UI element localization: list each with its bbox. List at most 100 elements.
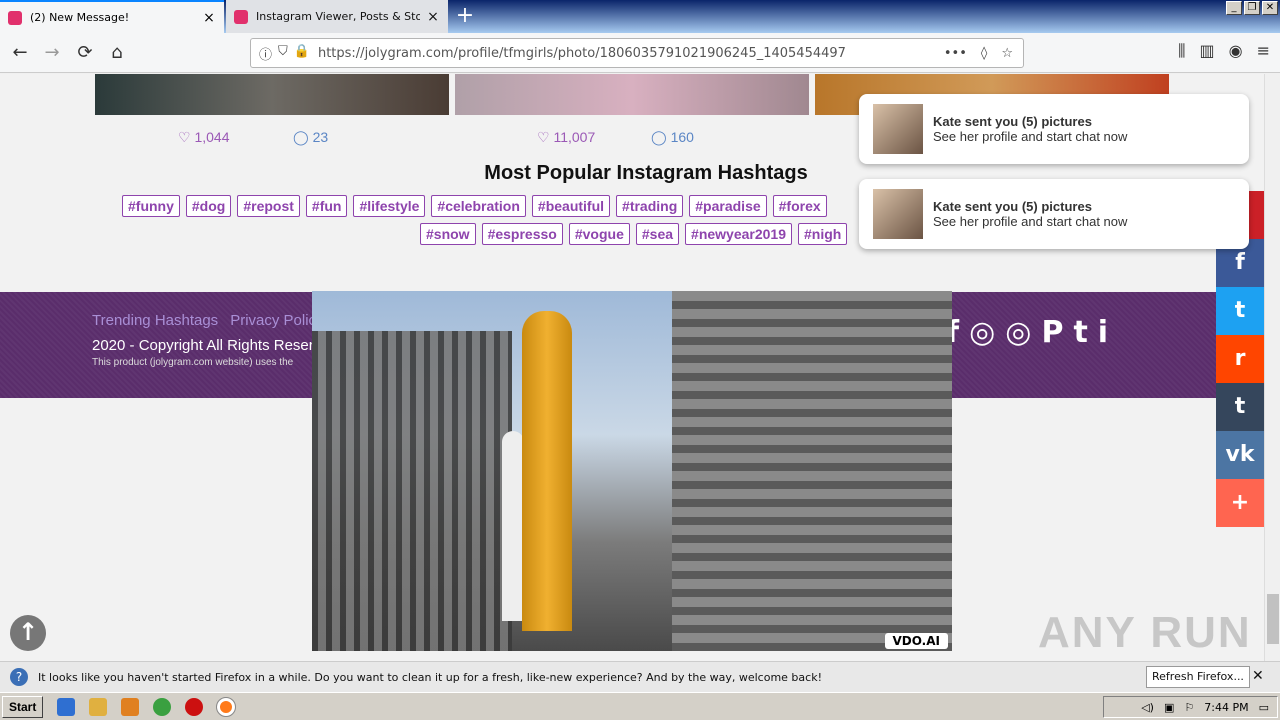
library-icon[interactable]: ⫼ <box>1178 41 1185 61</box>
scrollbar-thumb[interactable] <box>1267 594 1279 644</box>
likes-count: ♡ 1,044 <box>178 129 230 145</box>
more-share-button[interactable]: + <box>1216 479 1264 527</box>
volume-icon[interactable]: ◁) <box>1141 701 1154 714</box>
scroll-to-top-button[interactable]: ↑ <box>10 615 46 651</box>
url-text[interactable]: https://jolygram.com/profile/tfmgirls/ph… <box>318 46 944 61</box>
vdo-ai-badge[interactable]: VDO.AI <box>884 633 948 649</box>
start-button[interactable]: Start <box>2 695 44 718</box>
disclaimer-text: This product (jolygram.com website) uses… <box>92 357 294 368</box>
tab-label: (2) New Message! <box>30 11 130 24</box>
likes-count: ♡ 11,007 <box>537 129 596 145</box>
menu-icon[interactable]: ≡ <box>1257 41 1270 61</box>
clock[interactable]: 7:44 PM <box>1204 701 1248 714</box>
reload-button[interactable]: ⟳ <box>73 41 97 65</box>
trending-hashtags-link[interactable]: Trending Hashtags <box>92 312 218 329</box>
page-scrollbar[interactable] <box>1264 74 1280 661</box>
instagram-icon[interactable]: ◎ <box>969 315 995 350</box>
copyright-text: 2020 - Copyright All Rights Reserv <box>92 337 322 354</box>
likes-value: 1,044 <box>194 129 230 145</box>
restore-button[interactable]: ❐ <box>1244 1 1260 15</box>
launch-tower-left <box>312 331 512 651</box>
twitter-share-button[interactable]: t <box>1216 287 1264 335</box>
instagram-icon[interactable]: ◎ <box>1005 315 1031 350</box>
opera-icon[interactable] <box>185 697 204 716</box>
ie-icon[interactable] <box>57 697 76 716</box>
notification-subtitle: See her profile and start chat now <box>933 214 1128 229</box>
twitter-icon[interactable]: t <box>1073 315 1087 350</box>
page-actions-icon[interactable]: ••• <box>944 46 967 61</box>
likes-value: 11,007 <box>553 129 596 145</box>
post-image[interactable] <box>95 74 449 115</box>
vk-share-button[interactable]: vk <box>1216 431 1264 479</box>
hashtag-tag[interactable]: #vogue <box>568 223 630 245</box>
hashtag-row: #funny #dog #repost #fun #lifestyle #celebrat… <box>122 195 882 217</box>
firefox-icon[interactable] <box>216 696 237 717</box>
tab-close-icon[interactable]: × <box>202 10 216 26</box>
hashtag-tag[interactable]: #celebration <box>431 195 526 217</box>
hashtag-tag[interactable]: #beautiful <box>531 195 611 217</box>
chat-notification[interactable]: Kate sent you (5) pictures See her profi… <box>859 94 1249 164</box>
hashtag-tag[interactable]: #trading <box>616 195 684 217</box>
home-button[interactable]: ⌂ <box>105 41 129 65</box>
notification-subtitle: See her profile and start chat now <box>933 129 1128 144</box>
firefox-notification-bar: ? It looks like you haven't started Fire… <box>0 661 1280 692</box>
info-icon: ? <box>10 668 28 686</box>
info-icon[interactable]: i <box>1098 315 1108 350</box>
post-image[interactable] <box>455 74 809 115</box>
account-icon[interactable]: ◉ <box>1229 41 1243 61</box>
sidebar-icon[interactable]: ▥ <box>1200 41 1215 61</box>
hashtag-tag[interactable]: #espresso <box>481 223 563 245</box>
forward-button[interactable]: → <box>40 41 64 65</box>
chrome-icon[interactable] <box>153 697 172 716</box>
flag-icon[interactable]: ⚐ <box>1184 701 1194 714</box>
hashtag-tag[interactable]: #fun <box>305 195 348 217</box>
notice-message: It looks like you haven't started Firefo… <box>38 670 822 684</box>
close-window-button[interactable]: ✕ <box>1262 1 1278 15</box>
hashtag-tag[interactable]: #forex <box>772 195 827 217</box>
hashtag-tag[interactable]: #sea <box>635 223 680 245</box>
privacy-policy-link[interactable]: Privacy Polic <box>230 312 316 329</box>
chat-notification[interactable]: Kate sent you (5) pictures See her profi… <box>859 179 1249 249</box>
desktop-icon[interactable]: ▭ <box>1259 701 1269 714</box>
bookmark-star-icon[interactable]: ☆ <box>1001 46 1013 61</box>
hashtag-tag[interactable]: #snow <box>420 223 476 245</box>
notification-avatar <box>873 189 923 239</box>
lock-icon[interactable]: 🔒 <box>294 44 310 63</box>
pinterest-icon[interactable]: P <box>1041 315 1063 350</box>
new-tab-button[interactable]: + <box>452 4 478 30</box>
info-icon[interactable]: ⓘ <box>259 44 272 63</box>
hashtag-tag[interactable]: #lifestyle <box>353 195 426 217</box>
hashtag-tag[interactable]: #repost <box>237 195 300 217</box>
reddit-share-button[interactable]: r <box>1216 335 1264 383</box>
address-bar[interactable]: ⓘ ⛉ 🔒 https://jolygram.com/profile/tfmgi… <box>250 38 1024 68</box>
notification-title: Kate sent you (5) pictures <box>933 114 1092 129</box>
shield-icon[interactable]: ⛉ <box>278 44 288 63</box>
back-button[interactable]: ← <box>8 41 32 65</box>
instagram-favicon-icon <box>234 9 248 24</box>
hashtag-tag[interactable]: #newyear2019 <box>685 223 792 245</box>
window-controls: _ ❐ ✕ <box>1226 1 1278 15</box>
comments-count: ◯ 23 <box>293 129 329 145</box>
pocket-icon[interactable]: ◊ <box>981 46 987 61</box>
comments-count: ◯ 160 <box>651 129 694 145</box>
site-info-icons[interactable]: ⓘ ⛉ 🔒 <box>251 44 318 63</box>
video-ad-player[interactable]: VDO.AI <box>312 291 952 651</box>
media-player-icon[interactable] <box>121 697 140 716</box>
hashtag-row: #snow #espresso #vogue #sea #newyear2019 #nig… <box>420 223 882 245</box>
instagram-favicon-icon <box>8 10 22 25</box>
tumblr-share-button[interactable]: t <box>1216 383 1264 431</box>
tab-instagram-viewer[interactable]: Instagram Viewer, Posts & Story Download… <box>226 0 448 33</box>
tab-close-icon[interactable]: × <box>426 9 440 25</box>
rocket <box>522 311 572 631</box>
refresh-firefox-button[interactable]: Refresh Firefox... <box>1146 666 1250 688</box>
network-icon[interactable]: ▣ <box>1164 701 1174 714</box>
hashtag-tag[interactable]: #paradise <box>689 195 767 217</box>
hashtag-tag[interactable]: #funny <box>122 195 180 217</box>
hashtag-tag[interactable]: #nigh <box>798 223 848 245</box>
hashtag-tag[interactable]: #dog <box>185 195 232 217</box>
comments-value: 160 <box>670 129 694 145</box>
tab-new-message[interactable]: (2) New Message! × <box>0 0 224 33</box>
explorer-icon[interactable] <box>89 697 108 716</box>
close-notice-icon[interactable]: ✕ <box>1252 668 1264 684</box>
minimize-button[interactable]: _ <box>1226 1 1242 15</box>
